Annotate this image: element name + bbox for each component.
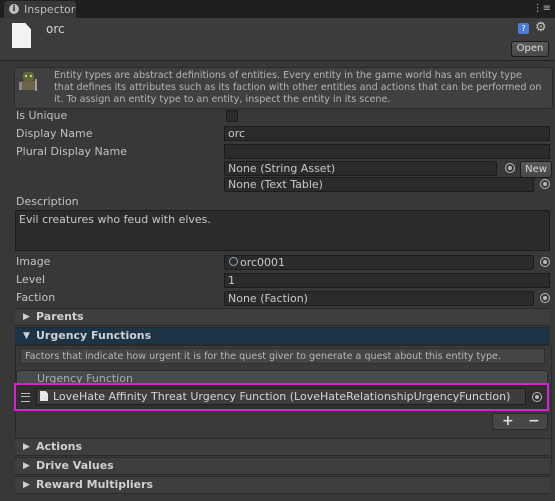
actions-foldout[interactable]: ▶ Actions	[15, 438, 550, 456]
faction-picker-icon[interactable]	[540, 293, 550, 303]
open-button[interactable]: Open	[511, 41, 549, 57]
level-field[interactable]: 1	[224, 273, 550, 288]
display-name-field[interactable]: orc	[224, 126, 550, 141]
urgency-functions-foldout-label: Urgency Functions	[36, 329, 152, 342]
orc-icon	[19, 72, 37, 91]
plural-display-name-label: Plural Display Name	[16, 145, 127, 158]
drive-values-foldout-label: Drive Values	[36, 459, 114, 472]
is-unique-label: Is Unique	[16, 109, 68, 122]
urgency-functions-foldout[interactable]: ▼ Urgency Functions	[15, 327, 550, 345]
help-book-icon[interactable]: ?	[518, 23, 529, 34]
faction-field[interactable]: None (Faction)	[224, 291, 534, 306]
inspector-header	[0, 18, 555, 61]
display-name-label: Display Name	[16, 127, 93, 140]
selection-highlight	[14, 383, 549, 411]
parents-foldout[interactable]: ▶ Parents	[15, 308, 550, 326]
collapsed-arrow-icon: ▶	[23, 480, 30, 490]
collapsed-arrow-icon: ▶	[23, 312, 30, 322]
text-table-field[interactable]: None (Text Table)	[224, 177, 534, 192]
plural-display-name-field[interactable]	[224, 144, 550, 159]
description-textarea[interactable]: Evil creatures who feud with elves.	[15, 210, 550, 251]
sprite-icon	[229, 257, 238, 266]
document-icon	[12, 23, 31, 48]
faction-label: Faction	[16, 291, 56, 304]
collapsed-arrow-icon: ▶	[23, 461, 30, 471]
drive-values-foldout[interactable]: ▶ Drive Values	[15, 457, 550, 475]
object-name: orc	[46, 22, 65, 36]
add-item-button[interactable]: +	[502, 413, 514, 429]
parents-foldout-label: Parents	[36, 310, 84, 323]
tab-bar	[0, 0, 555, 18]
string-asset-picker-icon[interactable]	[505, 163, 515, 173]
expanded-arrow-icon: ▼	[23, 331, 30, 341]
description-label: Description	[16, 195, 79, 208]
tab-inspector[interactable]: i Inspector	[4, 1, 76, 18]
reward-multipliers-foldout[interactable]: ▶ Reward Multipliers	[15, 476, 550, 494]
is-unique-checkbox[interactable]	[226, 110, 238, 122]
tab-menu-icon[interactable]: ⋮≡	[533, 3, 551, 15]
image-field[interactable]: orc0001	[224, 255, 534, 270]
string-asset-field[interactable]: None (String Asset)	[224, 161, 497, 176]
text-table-picker-icon[interactable]	[540, 179, 550, 189]
info-icon: i	[9, 4, 19, 14]
level-label: Level	[16, 273, 46, 286]
actions-foldout-label: Actions	[36, 440, 82, 453]
remove-item-button[interactable]: −	[528, 413, 540, 429]
gear-icon[interactable]: ⚙	[535, 20, 547, 35]
urgency-help-box: Factors that indicate how urgent it is f…	[20, 348, 545, 364]
image-picker-icon[interactable]	[540, 257, 550, 267]
image-label: Image	[16, 255, 51, 268]
collapsed-arrow-icon: ▶	[23, 442, 30, 452]
tab-inspector-label: Inspector	[24, 3, 76, 16]
reward-multipliers-foldout-label: Reward Multipliers	[36, 478, 154, 491]
help-text: Entity types are abstract definitions of…	[54, 70, 542, 105]
new-button[interactable]: New	[520, 161, 552, 178]
